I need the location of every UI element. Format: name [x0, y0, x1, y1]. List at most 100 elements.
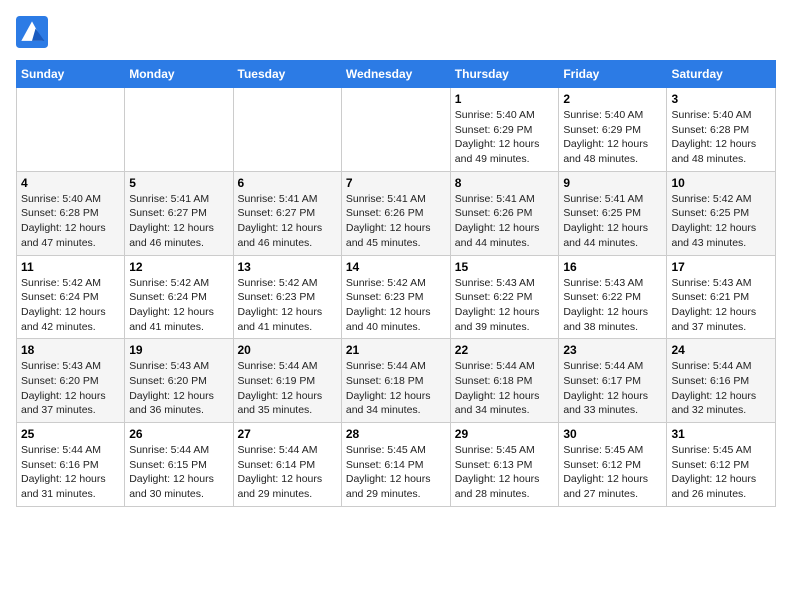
calendar-cell: 7 Sunrise: 5:41 AM Sunset: 6:26 PM Daylig… [341, 171, 450, 255]
day-info: Sunrise: 5:41 AM Sunset: 6:27 PM Dayligh… [238, 192, 337, 251]
logo-icon [16, 16, 48, 48]
day-number: 26 [129, 427, 228, 441]
calendar-cell: 18 Sunrise: 5:43 AM Sunset: 6:20 PM Dayli… [17, 339, 125, 423]
day-number: 27 [238, 427, 337, 441]
day-info: Sunrise: 5:43 AM Sunset: 6:22 PM Dayligh… [455, 276, 555, 335]
day-info: Sunrise: 5:43 AM Sunset: 6:22 PM Dayligh… [563, 276, 662, 335]
calendar-cell: 14 Sunrise: 5:42 AM Sunset: 6:23 PM Dayli… [341, 255, 450, 339]
day-number: 20 [238, 343, 337, 357]
day-info: Sunrise: 5:42 AM Sunset: 6:23 PM Dayligh… [346, 276, 446, 335]
day-number: 14 [346, 260, 446, 274]
day-number: 15 [455, 260, 555, 274]
calendar-cell: 29 Sunrise: 5:45 AM Sunset: 6:13 PM Dayli… [450, 423, 559, 507]
calendar-cell: 19 Sunrise: 5:43 AM Sunset: 6:20 PM Dayli… [125, 339, 233, 423]
day-info: Sunrise: 5:45 AM Sunset: 6:14 PM Dayligh… [346, 443, 446, 502]
calendar-week-row: 18 Sunrise: 5:43 AM Sunset: 6:20 PM Dayli… [17, 339, 776, 423]
calendar-table: SundayMondayTuesdayWednesdayThursdayFrid… [16, 60, 776, 507]
day-number: 23 [563, 343, 662, 357]
calendar-cell: 20 Sunrise: 5:44 AM Sunset: 6:19 PM Dayli… [233, 339, 341, 423]
day-info: Sunrise: 5:41 AM Sunset: 6:25 PM Dayligh… [563, 192, 662, 251]
day-info: Sunrise: 5:45 AM Sunset: 6:13 PM Dayligh… [455, 443, 555, 502]
day-number: 13 [238, 260, 337, 274]
day-header: Friday [559, 61, 667, 88]
day-info: Sunrise: 5:43 AM Sunset: 6:20 PM Dayligh… [129, 359, 228, 418]
day-number: 31 [671, 427, 771, 441]
calendar-cell: 28 Sunrise: 5:45 AM Sunset: 6:14 PM Dayli… [341, 423, 450, 507]
day-number: 6 [238, 176, 337, 190]
day-number: 8 [455, 176, 555, 190]
day-number: 1 [455, 92, 555, 106]
calendar-week-row: 4Sunrise: 5:40 AM Sunset: 6:28 PM Daylig… [17, 171, 776, 255]
calendar-cell: 9 Sunrise: 5:41 AM Sunset: 6:25 PM Daylig… [559, 171, 667, 255]
day-info: Sunrise: 5:44 AM Sunset: 6:17 PM Dayligh… [563, 359, 662, 418]
calendar-cell: 16 Sunrise: 5:43 AM Sunset: 6:22 PM Dayli… [559, 255, 667, 339]
calendar-cell: 25 Sunrise: 5:44 AM Sunset: 6:16 PM Dayli… [17, 423, 125, 507]
calendar-cell: 26 Sunrise: 5:44 AM Sunset: 6:15 PM Dayli… [125, 423, 233, 507]
day-number: 22 [455, 343, 555, 357]
calendar-cell: 11Sunrise: 5:42 AM Sunset: 6:24 PM Dayli… [17, 255, 125, 339]
day-header: Thursday [450, 61, 559, 88]
day-info: Sunrise: 5:43 AM Sunset: 6:20 PM Dayligh… [21, 359, 120, 418]
calendar-body: 1 Sunrise: 5:40 AM Sunset: 6:29 PM Daylig… [17, 88, 776, 507]
day-number: 16 [563, 260, 662, 274]
calendar-cell: 22 Sunrise: 5:44 AM Sunset: 6:18 PM Dayli… [450, 339, 559, 423]
day-header: Sunday [17, 61, 125, 88]
day-info: Sunrise: 5:41 AM Sunset: 6:26 PM Dayligh… [455, 192, 555, 251]
day-number: 7 [346, 176, 446, 190]
day-info: Sunrise: 5:42 AM Sunset: 6:23 PM Dayligh… [238, 276, 337, 335]
day-info: Sunrise: 5:44 AM Sunset: 6:18 PM Dayligh… [346, 359, 446, 418]
day-number: 11 [21, 260, 120, 274]
day-number: 5 [129, 176, 228, 190]
day-header: Tuesday [233, 61, 341, 88]
day-info: Sunrise: 5:43 AM Sunset: 6:21 PM Dayligh… [671, 276, 771, 335]
calendar-cell: 17 Sunrise: 5:43 AM Sunset: 6:21 PM Dayli… [667, 255, 776, 339]
calendar-cell: 27 Sunrise: 5:44 AM Sunset: 6:14 PM Dayli… [233, 423, 341, 507]
calendar-cell: 12Sunrise: 5:42 AM Sunset: 6:24 PM Dayli… [125, 255, 233, 339]
calendar-cell: 8 Sunrise: 5:41 AM Sunset: 6:26 PM Daylig… [450, 171, 559, 255]
day-info: Sunrise: 5:42 AM Sunset: 6:24 PM Dayligh… [129, 276, 228, 335]
calendar-cell: 30 Sunrise: 5:45 AM Sunset: 6:12 PM Dayli… [559, 423, 667, 507]
calendar-cell: 4Sunrise: 5:40 AM Sunset: 6:28 PM Daylig… [17, 171, 125, 255]
day-info: Sunrise: 5:44 AM Sunset: 6:16 PM Dayligh… [21, 443, 120, 502]
day-number: 30 [563, 427, 662, 441]
day-number: 17 [671, 260, 771, 274]
calendar-cell [341, 88, 450, 172]
calendar-cell [233, 88, 341, 172]
day-info: Sunrise: 5:44 AM Sunset: 6:15 PM Dayligh… [129, 443, 228, 502]
day-info: Sunrise: 5:41 AM Sunset: 6:27 PM Dayligh… [129, 192, 228, 251]
day-info: Sunrise: 5:45 AM Sunset: 6:12 PM Dayligh… [563, 443, 662, 502]
day-number: 29 [455, 427, 555, 441]
day-header: Wednesday [341, 61, 450, 88]
day-info: Sunrise: 5:45 AM Sunset: 6:12 PM Dayligh… [671, 443, 771, 502]
calendar-cell: 10Sunrise: 5:42 AM Sunset: 6:25 PM Dayli… [667, 171, 776, 255]
logo [16, 16, 52, 48]
day-info: Sunrise: 5:40 AM Sunset: 6:29 PM Dayligh… [455, 108, 555, 167]
calendar-cell: 23 Sunrise: 5:44 AM Sunset: 6:17 PM Dayli… [559, 339, 667, 423]
day-number: 19 [129, 343, 228, 357]
day-number: 9 [563, 176, 662, 190]
calendar-week-row: 25 Sunrise: 5:44 AM Sunset: 6:16 PM Dayli… [17, 423, 776, 507]
day-header: Monday [125, 61, 233, 88]
day-info: Sunrise: 5:41 AM Sunset: 6:26 PM Dayligh… [346, 192, 446, 251]
calendar-cell [17, 88, 125, 172]
day-info: Sunrise: 5:40 AM Sunset: 6:28 PM Dayligh… [671, 108, 771, 167]
day-header: Saturday [667, 61, 776, 88]
day-info: Sunrise: 5:44 AM Sunset: 6:19 PM Dayligh… [238, 359, 337, 418]
calendar-cell: 24Sunrise: 5:44 AM Sunset: 6:16 PM Dayli… [667, 339, 776, 423]
day-number: 2 [563, 92, 662, 106]
calendar-cell [125, 88, 233, 172]
day-number: 3 [671, 92, 771, 106]
day-info: Sunrise: 5:44 AM Sunset: 6:18 PM Dayligh… [455, 359, 555, 418]
calendar-week-row: 11 Sunrise: 5:42 AM Sunset: 6:24 PM Dayli… [17, 255, 776, 339]
day-info: Sunrise: 5:44 AM Sunset: 6:14 PM Dayligh… [238, 443, 337, 502]
day-number: 21 [346, 343, 446, 357]
day-number: 4 [21, 176, 120, 190]
calendar-cell: 5 Sunrise: 5:41 AM Sunset: 6:27 PM Daylig… [125, 171, 233, 255]
calendar-cell: 21 Sunrise: 5:44 AM Sunset: 6:18 PM Dayli… [341, 339, 450, 423]
day-number: 28 [346, 427, 446, 441]
day-number: 18 [21, 343, 120, 357]
calendar-cell: 6 Sunrise: 5:41 AM Sunset: 6:27 PM Daylig… [233, 171, 341, 255]
calendar-cell: 3 Sunrise: 5:40 AM Sunset: 6:28 PM Daylig… [667, 88, 776, 172]
day-number: 25 [21, 427, 120, 441]
day-number: 24 [671, 343, 771, 357]
